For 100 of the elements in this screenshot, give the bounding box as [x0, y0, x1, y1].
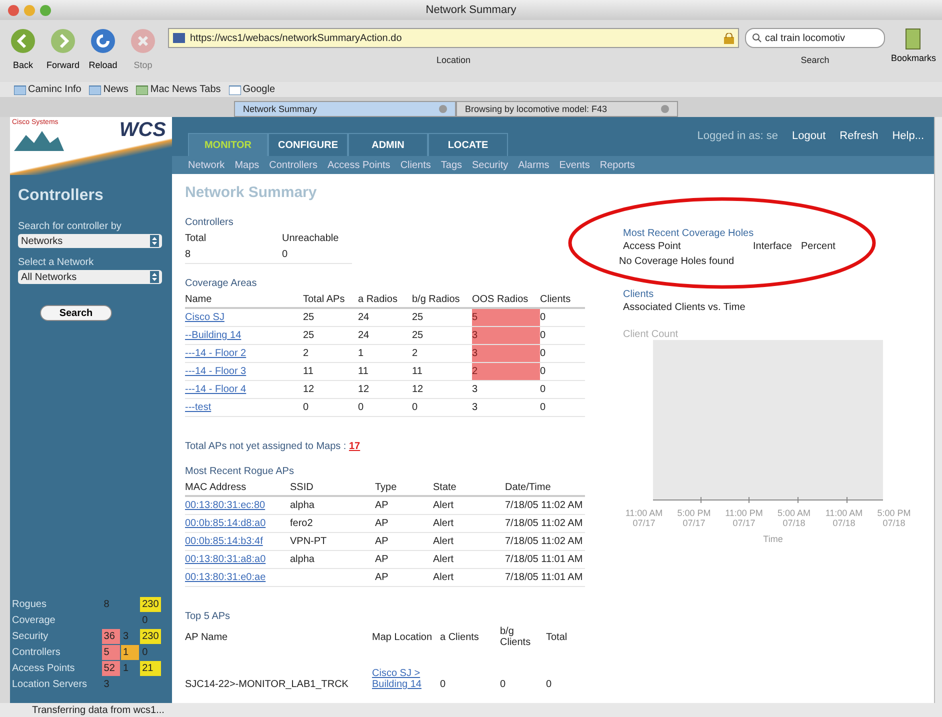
back-button[interactable]: Back — [4, 28, 42, 70]
table-cell: Alert — [433, 532, 505, 550]
subnav-link[interactable]: Tags — [440, 160, 462, 170]
column-header: Access Point — [623, 241, 682, 252]
table-cell: 0 — [540, 398, 585, 416]
bookmark-link[interactable]: Caminc Info — [14, 84, 82, 95]
scrollbar[interactable] — [934, 117, 942, 703]
table-cell: 12 — [412, 380, 472, 398]
header-link[interactable]: Help... — [892, 130, 924, 142]
column-header: SSID — [290, 479, 375, 496]
field-label: Search for controller by — [18, 221, 122, 232]
table-cell: Alert — [433, 568, 505, 586]
alarm-count: 52 — [101, 660, 120, 676]
mac-link[interactable]: 00:13:80:31:ec:80 — [185, 500, 266, 511]
table-cell: 12 — [358, 380, 412, 398]
table-cell: 7/18/05 11:02 AM — [505, 496, 585, 514]
table-cell: 24 — [358, 326, 412, 344]
address-field[interactable]: https://wcs1/webacs/networkSummaryAction.do — [168, 28, 739, 48]
subnav-link[interactable]: Network — [188, 160, 225, 170]
area-link[interactable]: ---14 - Floor 3 — [185, 366, 246, 377]
column-header: Total APs — [303, 291, 358, 308]
table-cell: 0 — [440, 650, 500, 690]
bookmark-link[interactable]: Mac News Tabs — [136, 84, 221, 95]
table-cell: 0 — [282, 246, 352, 264]
field-label: Select a Network — [18, 257, 94, 268]
browser-tab[interactable]: Browsing by locomotive model: F43 — [456, 101, 678, 117]
axis-tick-label: 11:00 AM 07/18 — [824, 508, 864, 528]
search-field[interactable]: cal train locomotiv — [744, 28, 885, 48]
page-icon — [228, 84, 241, 94]
table-cell: 24 — [358, 308, 412, 326]
bookmark-link[interactable]: Google — [228, 84, 276, 95]
minimize-button[interactable] — [24, 4, 35, 16]
reload-button[interactable]: Reload — [84, 28, 122, 70]
bookmark-link[interactable]: News — [89, 84, 128, 95]
column-header: b/g Radios — [412, 291, 472, 308]
section-title: Most Recent Coverage Holes — [623, 228, 754, 239]
map-location-link[interactable]: Cisco SJ > Building 14 — [372, 668, 432, 690]
zoom-button[interactable] — [40, 4, 51, 16]
table-cell: 25 — [303, 308, 358, 326]
table-cell: SJC14-22>-MONITOR_LAB1_TRCK — [185, 650, 372, 690]
area-link[interactable]: ---test — [185, 402, 212, 413]
bookmarks-button[interactable]: Bookmarks — [890, 28, 936, 63]
table-cell: AP — [375, 550, 433, 568]
column-header: MAC Address — [185, 479, 290, 496]
table-cell: 7/18/05 11:01 AM — [505, 568, 585, 586]
network-select[interactable]: All Networks — [18, 270, 162, 284]
search-by-select[interactable]: Networks — [18, 234, 162, 248]
subnav-link[interactable]: Access Points — [328, 160, 390, 170]
forward-button[interactable]: Forward — [44, 28, 82, 70]
close-button[interactable] — [8, 4, 19, 16]
folder-icon — [89, 84, 102, 94]
mac-link[interactable]: 00:0b:85:14:d8:a0 — [185, 518, 266, 529]
subnav-link[interactable]: Security — [472, 160, 508, 170]
table-cell: 0 — [540, 380, 585, 398]
table-cell: 12 — [303, 380, 358, 398]
subnav-link[interactable]: Controllers — [269, 160, 318, 170]
table-cell: 0 — [303, 398, 358, 416]
area-link[interactable]: ---14 - Floor 2 — [185, 348, 246, 359]
column-header: Date/Time — [505, 479, 585, 496]
area-link[interactable]: --Building 14 — [185, 330, 242, 341]
column-header: a Radios — [358, 291, 412, 308]
site-icon — [173, 33, 185, 43]
header-link[interactable]: Refresh — [840, 130, 878, 142]
section-title: Clients — [623, 289, 654, 300]
alarm-label: Rogues — [11, 598, 48, 612]
table-cell: 0 — [540, 308, 585, 326]
subnav-link[interactable]: Alarms — [518, 160, 550, 170]
mac-link[interactable]: 00:0b:85:14:b3:4f — [185, 536, 263, 547]
table-cell: alpha — [290, 500, 314, 511]
subnav-link[interactable]: Reports — [600, 160, 635, 170]
column-header: Clients — [540, 291, 585, 308]
status-text: Transferring data from wcs1... — [32, 704, 164, 716]
subnav-link[interactable]: Maps — [234, 160, 260, 170]
table-cell: 0 — [540, 326, 585, 344]
column-header: State — [433, 479, 505, 496]
table-cell: 7/18/05 11:01 AM — [505, 550, 585, 568]
alarm-label: Controllers — [11, 646, 62, 660]
mac-link[interactable]: 00:13:80:31:a8:a0 — [185, 554, 266, 565]
search-label: Search — [800, 55, 830, 65]
unassigned-count-link[interactable]: 17 — [348, 441, 360, 452]
location-label: Location — [436, 55, 470, 65]
header-link[interactable]: Logout — [792, 130, 826, 142]
browser-tab[interactable]: Network Summary — [234, 101, 456, 117]
mac-link[interactable]: 00:13:80:31:e0:ae — [185, 572, 266, 583]
book-icon — [905, 28, 922, 50]
column-header: AP Name — [185, 630, 229, 644]
axis-tick-label: 5:00 AM 07/18 — [776, 508, 812, 528]
area-link[interactable]: Cisco SJ — [185, 312, 224, 323]
subnav-link[interactable]: Events — [559, 160, 590, 170]
search-button[interactable]: Search — [40, 305, 112, 321]
nav-tab[interactable]: MONITOR — [188, 133, 268, 156]
table-cell: Alert — [433, 550, 505, 568]
unassigned-label: Total APs not yet assigned to Maps : — [185, 441, 346, 452]
area-link[interactable]: ---14 - Floor 4 — [185, 384, 246, 395]
table-cell: 11 — [358, 362, 412, 380]
chart-subtitle: Associated Clients vs. Time — [623, 302, 746, 313]
table-cell: AP — [375, 568, 433, 586]
table-cell: 0 — [412, 398, 472, 416]
subnav-link[interactable]: Clients — [400, 160, 431, 170]
alarm-label: Security — [11, 630, 50, 644]
